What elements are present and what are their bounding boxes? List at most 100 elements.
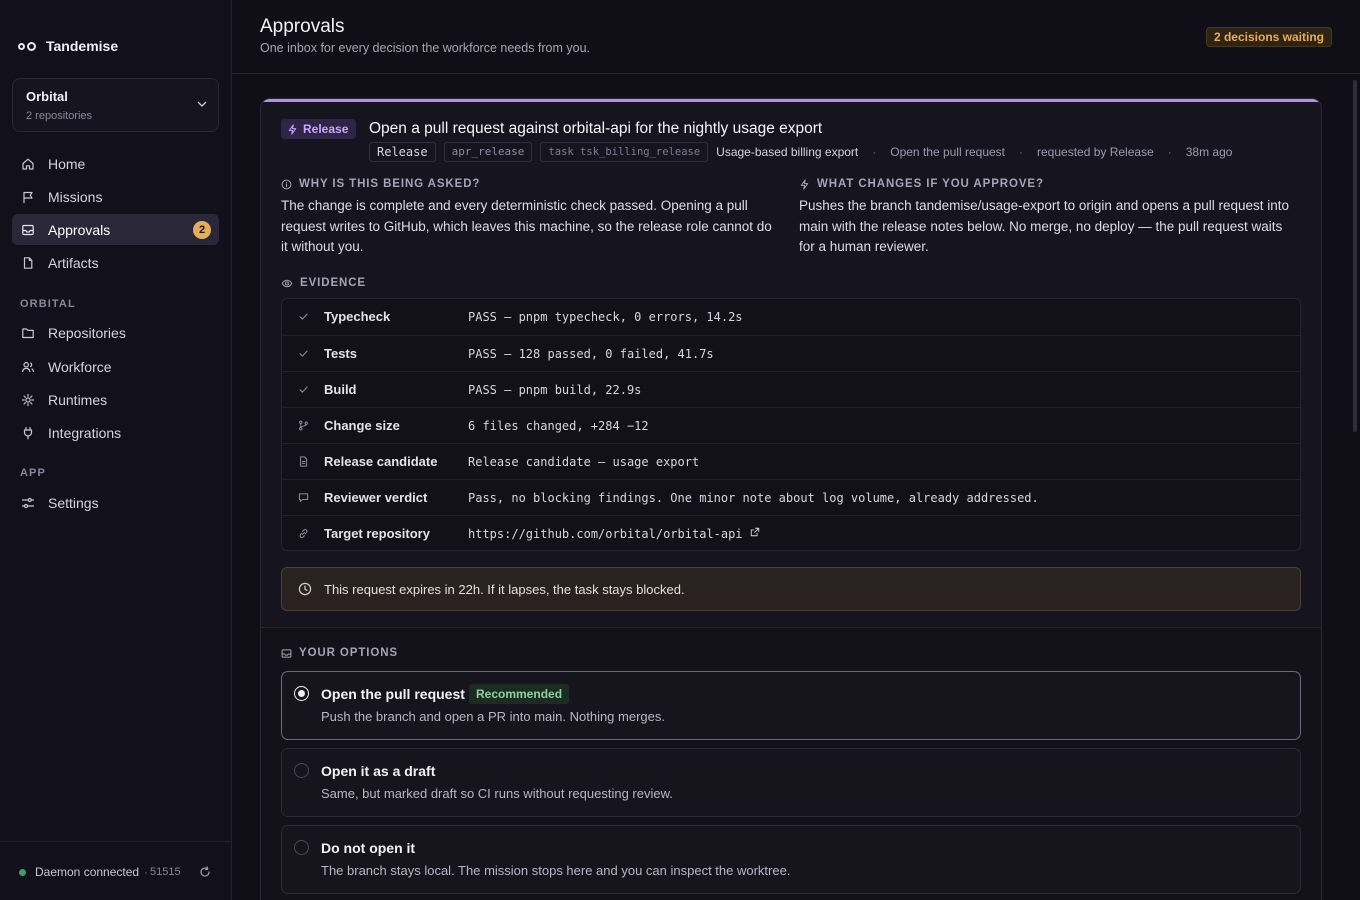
request-title: Open a pull request against orbital-api … [369, 120, 823, 137]
role-chip: Release [369, 142, 436, 162]
nav-item-missions[interactable]: Missions [12, 181, 219, 212]
option-title: Open the pull request [321, 686, 465, 702]
cog-icon [21, 393, 35, 407]
what-heading: WHAT CHANGES IF YOU APPROVE? [799, 178, 1044, 190]
flag-icon [21, 190, 35, 204]
nav-item-label: Workforce [48, 358, 112, 375]
refresh-icon[interactable] [199, 866, 211, 878]
evidence-label: Change size [324, 418, 400, 433]
workspace-name: Orbital [26, 89, 68, 104]
meta-separator: · [1019, 145, 1023, 159]
decisions-waiting-badge: 2 decisions waiting [1205, 27, 1332, 47]
check-icon [297, 310, 310, 323]
plug-icon [21, 426, 35, 440]
nav-item-label: Repositories [48, 324, 126, 341]
why-heading-label: WHY IS THIS BEING ASKED? [299, 178, 481, 190]
recommended-badge: Recommended [469, 684, 570, 704]
nav-item-label: Approvals [48, 221, 111, 238]
page-subtitle: One inbox for every decision the workfor… [260, 41, 591, 55]
radio-button[interactable] [294, 763, 309, 778]
role-pill-label: Release [303, 122, 349, 136]
status-port: 51515 [150, 866, 181, 878]
evidence-label: Release candidate [324, 454, 438, 469]
option-open-as-draft[interactable]: Open it as a draft Same, but marked draf… [281, 748, 1301, 817]
lightning-icon [288, 123, 297, 135]
evidence-table: Typecheck PASS — pnpm typecheck, 0 error… [281, 298, 1301, 551]
nav-item-settings[interactable]: Settings [12, 487, 219, 518]
evidence-label: Build [324, 382, 357, 397]
evidence-value: PASS — pnpm typecheck, 0 errors, 14.2s [468, 310, 743, 324]
nav-item-repositories[interactable]: Repositories [12, 317, 219, 348]
nav-item-integrations[interactable]: Integrations [12, 417, 219, 448]
meta-separator: · [872, 145, 877, 159]
approval-card: Release Open a pull request against orbi… [260, 98, 1322, 900]
what-text: Pushes the branch tandemise/usage-export… [799, 198, 1290, 254]
nav-section-app: APP [20, 467, 46, 479]
evidence-value: Release candidate — usage export [468, 455, 700, 469]
info-icon [281, 179, 292, 189]
page-title: Approvals [260, 16, 345, 37]
document-icon [297, 455, 310, 468]
role-pill: Release [281, 119, 357, 139]
option-do-not-open[interactable]: Do not open it The branch stays local. T… [281, 825, 1301, 894]
request-time: 38m ago [1185, 145, 1233, 159]
nav-item-label: Artifacts [48, 254, 99, 271]
evidence-value: Pass, no blocking findings. One minor no… [468, 491, 1039, 505]
option-title: Open it as a draft [321, 763, 436, 779]
scrollbar[interactable] [1350, 74, 1360, 900]
evidence-row-release-candidate: Release candidate Release candidate — us… [282, 443, 1300, 479]
option-description: The branch stays local. The mission stop… [321, 863, 791, 878]
eye-icon [281, 279, 293, 287]
clock-icon [298, 582, 312, 596]
evidence-value: PASS — pnpm build, 22.9s [468, 383, 642, 397]
evidence-value: 6 files changed, +284 −12 [468, 419, 649, 433]
chevron-down-icon [197, 101, 207, 107]
lightning-icon [800, 178, 809, 190]
nav-item-label: Integrations [48, 424, 122, 441]
brand-name: Tandemise [46, 38, 119, 54]
radio-button[interactable] [294, 686, 309, 701]
nav-item-home[interactable]: Home [12, 148, 219, 179]
evidence-row-reviewer-verdict: Reviewer verdict Pass, no blocking findi… [282, 479, 1300, 515]
evidence-heading-label: EVIDENCE [300, 277, 366, 289]
radio-button[interactable] [294, 840, 309, 855]
check-icon [297, 347, 310, 360]
what-heading-label: WHAT CHANGES IF YOU APPROVE? [817, 178, 1044, 190]
expiry-text: This request expires in 22h. If it lapse… [324, 582, 685, 597]
link-icon [297, 527, 310, 540]
requested-action: Open the pull request [890, 145, 1005, 159]
card-accent [261, 99, 1321, 102]
nav-section-orbital: ORBITAL [20, 298, 76, 310]
page-header: Approvals One inbox for every decision t… [232, 0, 1360, 74]
nav-item-workforce[interactable]: Workforce [12, 351, 219, 382]
evidence-value: PASS — 128 passed, 0 failed, 41.7s [468, 347, 714, 361]
target-repository-link[interactable]: https://github.com/orbital/orbital-api [468, 527, 760, 541]
evidence-label: Reviewer verdict [324, 490, 428, 505]
request-meta: Release apr_release task tsk_billing_rel… [369, 142, 1246, 162]
option-open-pull-request[interactable]: Open the pull request Recommended Push t… [281, 671, 1301, 740]
home-icon [21, 157, 35, 171]
kind-chip: apr_release [443, 142, 533, 162]
file-icon [21, 256, 35, 270]
evidence-row-change-size: Change size 6 files changed, +284 −12 [282, 407, 1300, 443]
nav-item-artifacts[interactable]: Artifacts [12, 247, 219, 278]
evidence-row-build: Build PASS — pnpm build, 22.9s [282, 371, 1300, 407]
options-heading: YOUR OPTIONS [281, 647, 398, 659]
external-link-icon [750, 527, 759, 537]
brand[interactable]: Tandemise [18, 38, 118, 54]
mission-link[interactable]: Usage-based billing export [716, 145, 858, 159]
scrollbar-thumb[interactable] [1353, 80, 1357, 432]
comment-icon [297, 491, 310, 504]
nav-item-runtimes[interactable]: Runtimes [12, 384, 219, 415]
why-text: The change is complete and every determi… [281, 198, 772, 254]
meta-separator: · [1167, 145, 1172, 159]
nav-item-approvals[interactable]: Approvals 2 [12, 214, 219, 245]
evidence-label: Target repository [324, 526, 430, 541]
status-text: Daemon connected [35, 865, 140, 879]
nav-item-label: Runtimes [48, 391, 108, 408]
workspace-switcher[interactable]: Orbital 2 repositories [12, 78, 219, 132]
evidence-label: Typecheck [324, 309, 391, 324]
expiry-notice: This request expires in 22h. If it lapse… [281, 567, 1301, 611]
evidence-row-tests: Tests PASS — 128 passed, 0 failed, 41.7s [282, 335, 1300, 371]
nav-item-label: Home [48, 155, 86, 172]
